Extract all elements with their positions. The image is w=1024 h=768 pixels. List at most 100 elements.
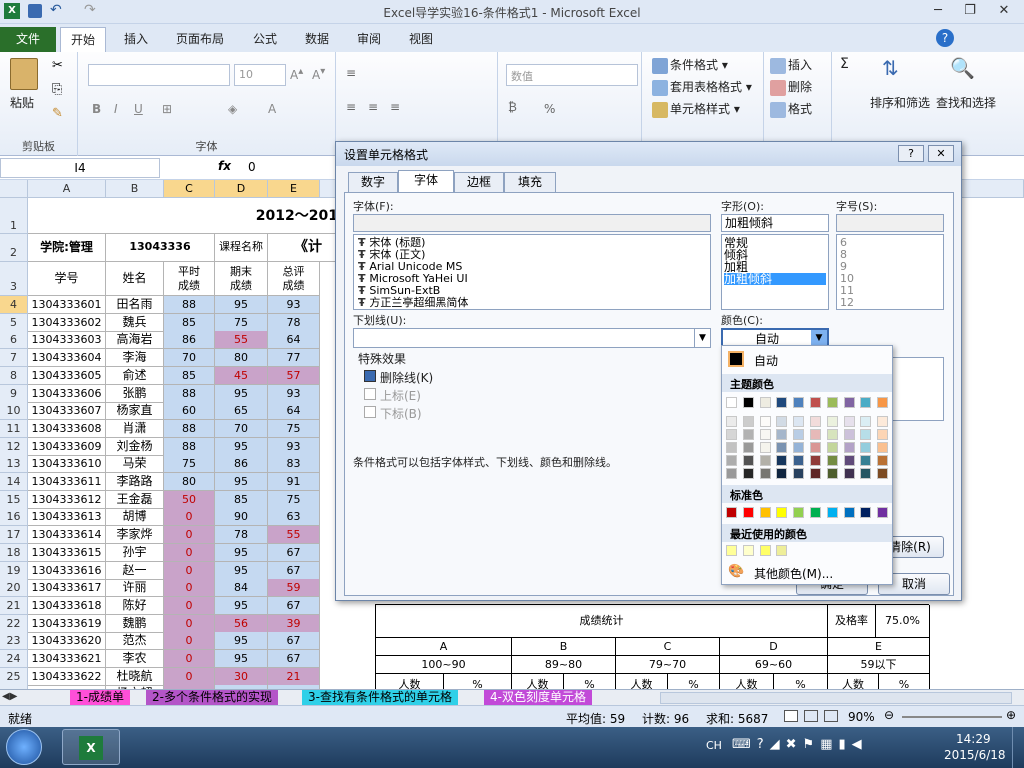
align-top-icon[interactable]: ≡ (346, 66, 356, 80)
row-header[interactable]: 16 (0, 508, 28, 526)
theme-color-swatch[interactable] (826, 468, 838, 479)
theme-color-swatch[interactable] (826, 429, 838, 440)
total-score-cell[interactable]: 93 (268, 296, 320, 314)
select-all-corner[interactable] (0, 180, 28, 198)
zoom-level[interactable]: 90% (848, 710, 875, 724)
final-score-cell[interactable]: 84 (215, 579, 268, 597)
theme-color-swatch[interactable] (843, 455, 855, 466)
student-id-cell[interactable]: 1304333621 (28, 650, 106, 668)
regular-score-cell[interactable]: 75 (164, 455, 215, 473)
total-score-cell[interactable]: 67 (268, 632, 320, 650)
pass-rate-value[interactable]: 75.0% (876, 605, 930, 638)
regular-score-cell[interactable]: 0 (164, 544, 215, 562)
total-score-cell[interactable]: 75 (268, 420, 320, 438)
sheet-tab-3[interactable]: 3-查找有条件格式的单元格 (302, 690, 458, 706)
people-count-header[interactable]: 人数 (616, 674, 668, 690)
tab-review[interactable]: 审阅 (347, 27, 391, 52)
student-name-cell[interactable]: 许丽 (106, 579, 164, 597)
row-header[interactable]: 9 (0, 385, 28, 403)
borders-icon[interactable]: ⊞ (162, 102, 172, 116)
dialog-help-button[interactable]: ? (898, 145, 924, 162)
people-count-header[interactable]: 人数 (512, 674, 564, 690)
excel-taskbar-icon[interactable]: X (62, 729, 120, 765)
regular-score-cell[interactable]: 70 (164, 349, 215, 367)
regular-score-cell[interactable]: 0 (164, 615, 215, 633)
grade-header[interactable]: D (720, 638, 828, 656)
theme-color-swatch[interactable] (759, 442, 771, 453)
theme-color-swatch[interactable] (742, 442, 754, 453)
final-score-cell[interactable]: 95 (215, 632, 268, 650)
theme-color-swatch[interactable] (860, 455, 872, 466)
regular-score-cell[interactable]: 0 (164, 508, 215, 526)
row-header[interactable]: 21 (0, 597, 28, 615)
theme-color-swatch[interactable] (843, 468, 855, 479)
student-name-cell[interactable]: 赵一 (106, 562, 164, 580)
final-score-cell[interactable]: 65 (215, 402, 268, 420)
maximize-button[interactable]: ❐ (956, 1, 984, 21)
theme-color-swatch[interactable] (826, 397, 838, 408)
theme-color-swatch[interactable] (742, 416, 754, 427)
standard-color-swatch[interactable] (860, 507, 872, 518)
student-name-cell[interactable]: 胡博 (106, 508, 164, 526)
student-name-cell[interactable]: 李海 (106, 349, 164, 367)
theme-color-swatch[interactable] (776, 429, 788, 440)
student-name-cell[interactable]: 俞述 (106, 367, 164, 385)
shrink-font-icon[interactable]: A▾ (312, 66, 325, 82)
column-header-b[interactable]: B (106, 180, 164, 198)
final-score-cell[interactable]: 95 (215, 597, 268, 615)
cut-icon[interactable]: ✂ (52, 58, 63, 73)
percent-header[interactable]: % (564, 674, 616, 690)
underline-select[interactable]: ▼ (353, 328, 711, 348)
student-id-cell[interactable]: 1304333605 (28, 367, 106, 385)
row-header[interactable]: 8 (0, 367, 28, 385)
theme-color-swatch[interactable] (843, 397, 855, 408)
row-header[interactable]: 10 (0, 402, 28, 420)
grade-range[interactable]: 89~80 (512, 656, 616, 674)
grade-header[interactable]: B (512, 638, 616, 656)
student-id-cell[interactable]: 1304333620 (28, 632, 106, 650)
tray-icons[interactable]: ⌨?◢✖⚑▦▮◀ (732, 737, 868, 752)
tab-nav-icon[interactable]: ◀▶ (2, 691, 17, 702)
total-score-cell[interactable]: 83 (268, 455, 320, 473)
theme-color-swatch[interactable] (742, 468, 754, 479)
theme-color-swatch[interactable] (860, 442, 872, 453)
student-id-cell[interactable]: 1304333618 (28, 597, 106, 615)
row-header[interactable]: 13 (0, 455, 28, 473)
row-header[interactable]: 4 (0, 296, 28, 314)
tab-home[interactable]: 开始 (60, 27, 107, 52)
sheet-tab-4[interactable]: 4-双色刻度单元格 (484, 690, 592, 706)
sort-filter-icon[interactable]: ⇅ (882, 56, 910, 86)
copy-icon[interactable]: ⎘ (52, 82, 62, 97)
theme-color-swatch[interactable] (860, 468, 872, 479)
insert-cells-button[interactable]: 插入 (770, 56, 812, 74)
font-name-list[interactable]: Ŧ 宋体 (标题) Ŧ 宋体 (正文) Ŧ Arial Unicode MS Ŧ Mi… (353, 234, 711, 310)
regular-score-cell[interactable]: 0 (164, 650, 215, 668)
zoom-slider[interactable] (902, 716, 1002, 718)
theme-color-swatch[interactable] (776, 397, 788, 408)
row-header[interactable]: 17 (0, 526, 28, 544)
regular-score-cell[interactable]: 0 (164, 597, 215, 615)
percent-header[interactable]: % (444, 674, 512, 690)
final-score-cell[interactable]: 70 (215, 420, 268, 438)
tab-data[interactable]: 数据 (295, 27, 339, 52)
final-score-cell[interactable]: 95 (215, 473, 268, 491)
regular-score-cell[interactable]: 85 (164, 367, 215, 385)
fill-color-icon[interactable]: ◈ (228, 102, 237, 116)
number-format-combo[interactable]: 数值 (506, 64, 638, 86)
regular-score-cell[interactable]: 88 (164, 420, 215, 438)
tab-file[interactable]: 文件 (0, 27, 56, 52)
total-score-cell[interactable]: 64 (268, 331, 320, 349)
college-cell[interactable]: 学院:管理 (28, 234, 106, 262)
language-indicator[interactable]: CH (706, 739, 722, 752)
standard-color-swatch[interactable] (826, 507, 838, 518)
people-count-header[interactable]: 人数 (376, 674, 444, 690)
row-header[interactable]: 14 (0, 473, 28, 491)
student-id-cell[interactable]: 1304333603 (28, 331, 106, 349)
paste-button[interactable]: 粘贴 (10, 94, 34, 111)
theme-color-swatch[interactable] (759, 429, 771, 440)
total-score-cell[interactable]: 67 (268, 597, 320, 615)
student-id-cell[interactable]: 1304333607 (28, 402, 106, 420)
header-total[interactable]: 总评成绩 (268, 262, 320, 296)
total-score-cell[interactable]: 67 (268, 562, 320, 580)
total-score-cell[interactable]: 55 (268, 526, 320, 544)
